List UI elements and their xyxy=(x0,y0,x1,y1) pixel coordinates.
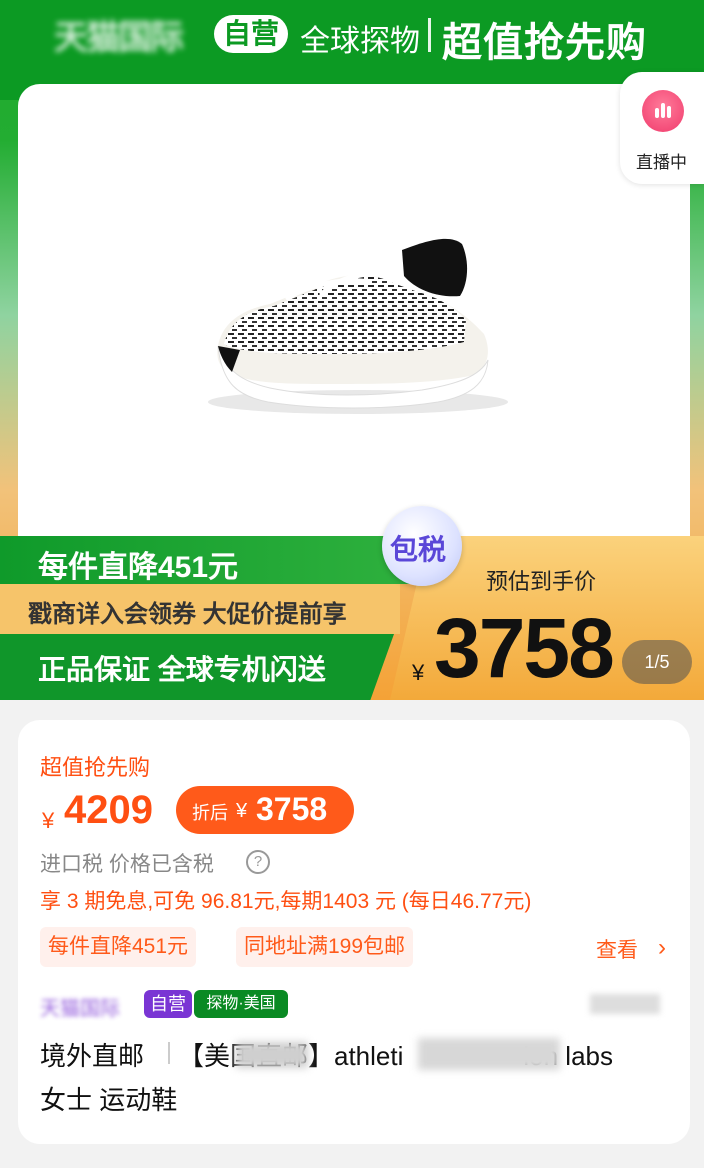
chevron-right-icon[interactable]: › xyxy=(658,934,666,962)
product-title-line2: 女士 运动鞋 xyxy=(40,1085,178,1115)
price-value: 4209 xyxy=(64,788,153,832)
promo-guarantee-text: 正品保证 全球专机闪送 xyxy=(38,654,326,685)
estimated-price-value: 3758 xyxy=(434,601,615,695)
live-label: 直播中 xyxy=(636,153,687,172)
blurred-title-segment xyxy=(418,1038,560,1070)
price-card-title: 超值抢先购 xyxy=(40,755,151,780)
product-image[interactable] xyxy=(18,84,690,536)
view-more-link[interactable]: 查看 xyxy=(596,934,638,964)
origin-tag: 探物·美国 xyxy=(194,990,288,1018)
banner-tagline: 全球探物 xyxy=(300,25,420,58)
help-icon[interactable]: ? xyxy=(246,850,270,874)
after-discount-price: 3758 xyxy=(256,791,328,827)
coupon-tag-discount[interactable]: 每件直降451元 xyxy=(40,927,197,967)
live-button[interactable]: 直播中 xyxy=(620,72,704,184)
tax-included-label: 包税 xyxy=(390,534,447,565)
shipping-label: 境外直邮 xyxy=(40,1041,145,1071)
ziying-tag: 自营 xyxy=(144,990,192,1018)
tax-included-badge: 包税 xyxy=(382,506,462,586)
sneaker-image xyxy=(208,238,508,414)
promo-member-strip: 戳商详入会领券 大促价提前享 xyxy=(0,584,400,634)
title-divider xyxy=(168,1042,170,1064)
after-discount-currency: ¥ xyxy=(236,800,248,822)
banner-headline: 超值抢先购 xyxy=(442,21,647,65)
promo-guarantee-strip: 正品保证 全球专机闪送 xyxy=(0,634,394,700)
promo-member-text: 戳商详入会领券 大促价提前享 xyxy=(28,601,347,628)
coupon-tag-shipping[interactable]: 同地址满199包邮 xyxy=(236,927,414,967)
store-name-blurred: 天猫国际 xyxy=(54,19,184,57)
blurred-label xyxy=(590,994,660,1014)
promo-discount-strip: 每件直降451元 xyxy=(0,536,420,584)
estimated-price-currency: ¥ xyxy=(412,660,425,685)
tax-note: 进口税 价格已含税 xyxy=(40,853,214,876)
image-pager: 1/5 xyxy=(622,640,692,684)
banner-divider xyxy=(428,18,431,52)
ziying-badge: 自营 xyxy=(214,15,288,53)
installment-info: 享 3 期免息,可免 96.81元,每期1403 元 (每日46.77元) xyxy=(40,890,532,913)
price-card: 超值抢先购 ¥ 4209 折后 ¥ 3758 进口税 价格已含税 ? 享 3 期… xyxy=(18,720,690,1144)
promo-discount-text: 每件直降451元 xyxy=(38,551,239,584)
store-badge: 天猫国际 xyxy=(40,998,120,1020)
price-currency: ¥ xyxy=(42,808,55,833)
live-chart-icon xyxy=(642,90,684,132)
estimated-price-label: 预估到手价 xyxy=(486,569,597,594)
blurred-title-segment xyxy=(236,1042,308,1068)
after-discount-label: 折后 xyxy=(192,803,228,823)
product-hero: 天猫国际 自营 全球探物 超值抢先购 直播中 每件直降451元 戳商详入会领券 … xyxy=(0,0,704,700)
after-discount-pill: 折后 ¥ 3758 xyxy=(176,786,354,834)
